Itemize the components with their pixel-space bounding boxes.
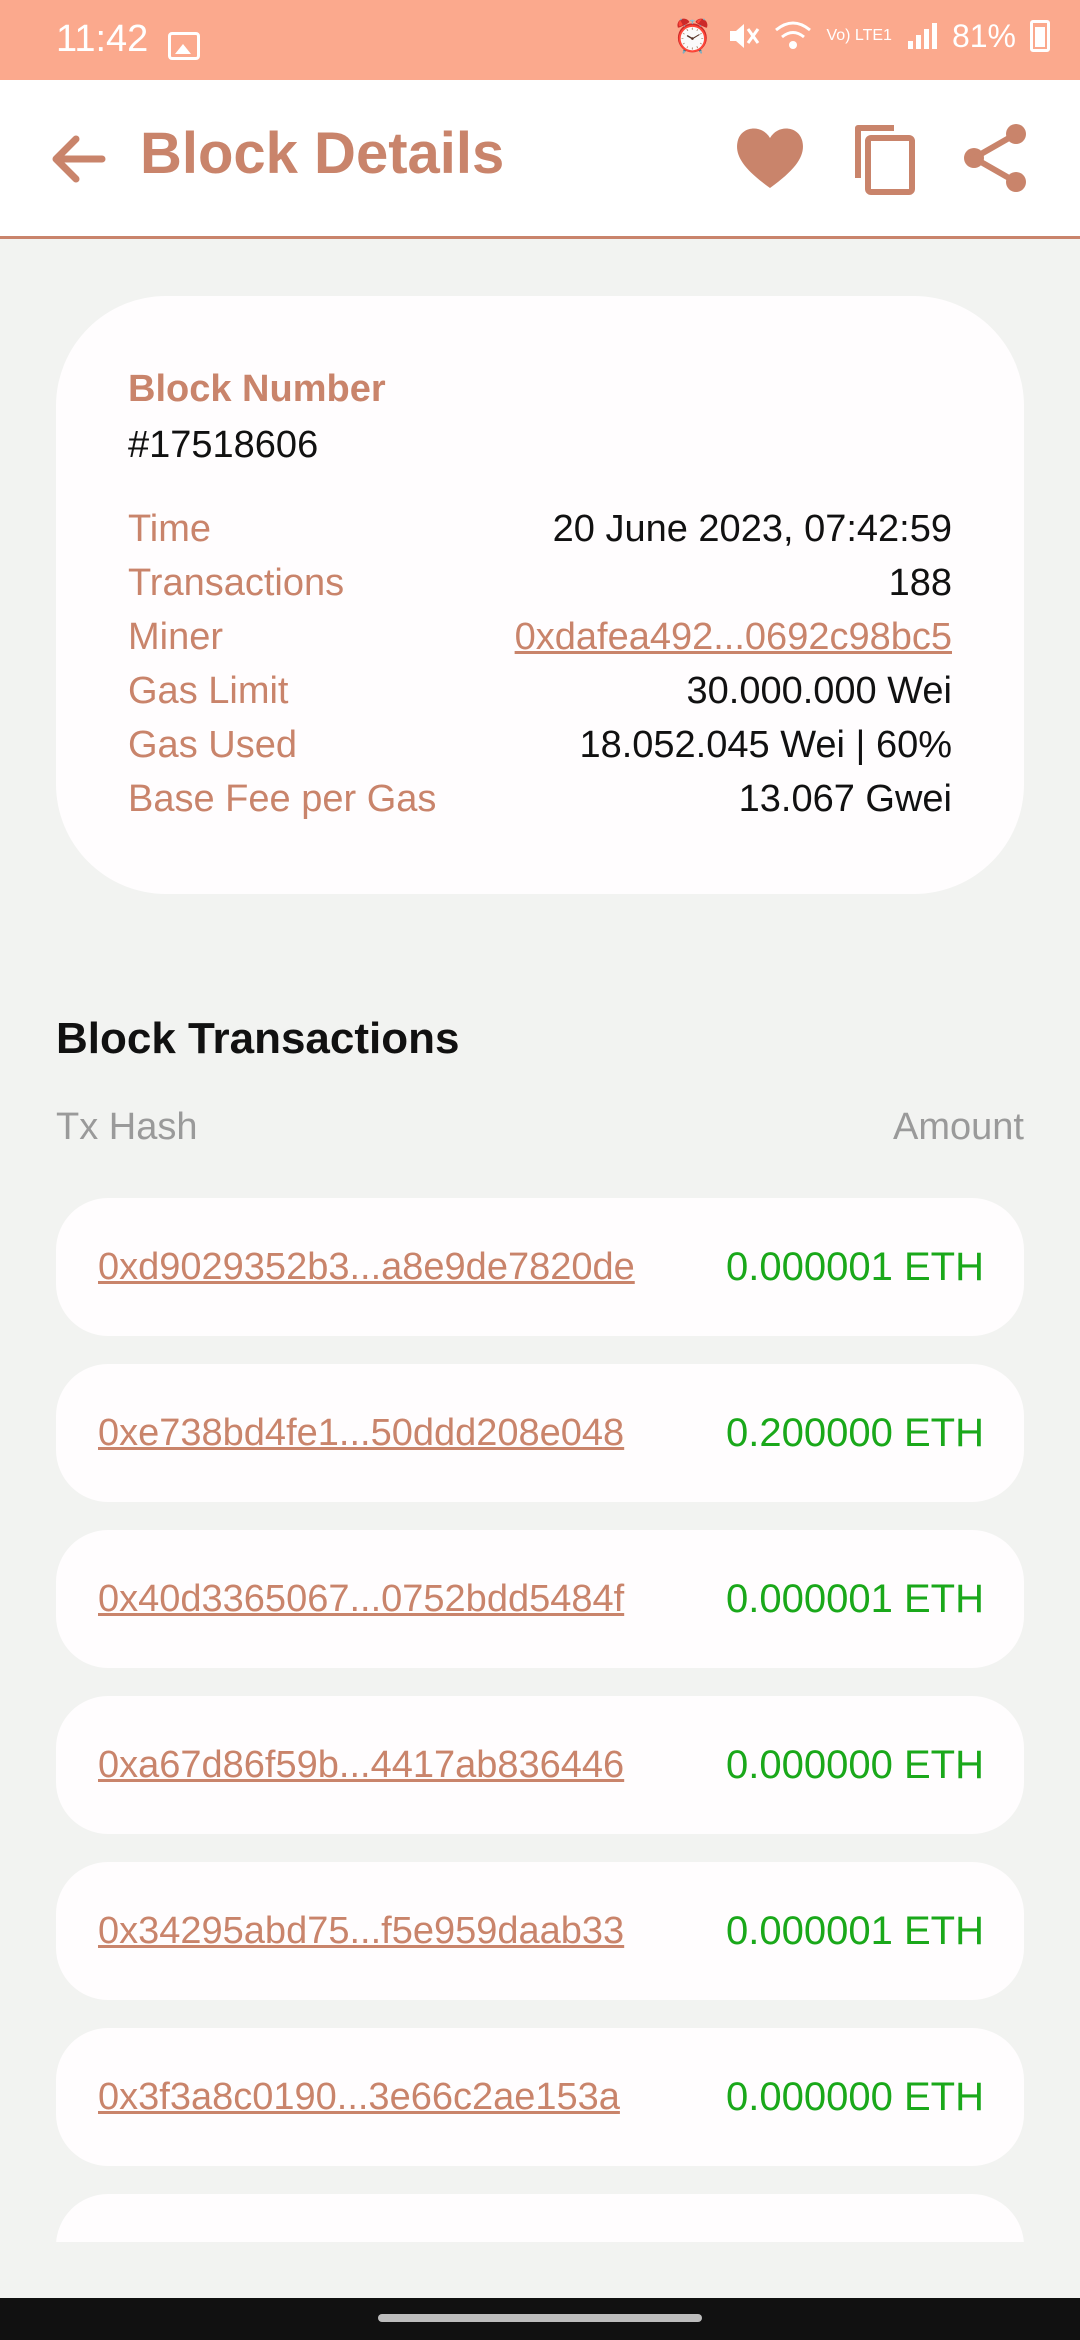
block-number-label: Block Number <box>128 368 386 410</box>
transaction-row[interactable]: 0x3f3a8c0190...3e66c2ae153a 0.000000 ETH <box>56 2028 1024 2166</box>
tx-hash-link[interactable]: 0xa67d86f59b...4417ab836446 <box>98 1744 624 1787</box>
tx-hash-link[interactable]: 0x34295abd75...f5e959daab33 <box>98 1910 624 1953</box>
tx-hash-link[interactable]: 0xe738bd4fe1...50ddd208e048 <box>98 1412 624 1455</box>
column-header-tx-hash: Tx Hash <box>56 1106 198 1148</box>
detail-row-gas-used: Gas Used 18.052.045 Wei | 60% <box>128 718 952 772</box>
mute-icon <box>730 24 760 48</box>
app-bar: Block Details <box>0 80 1080 239</box>
status-bar: 11:42 ⏰ Vo) LTE1 81% <box>0 0 1080 80</box>
tx-amount: 0.000001 ETH <box>726 1244 984 1289</box>
detail-value: 18.052.045 Wei | 60% <box>579 723 952 766</box>
gallery-icon <box>168 32 200 60</box>
transaction-row[interactable]: 0xa67d86f59b...4417ab836446 0.000000 ETH <box>56 1696 1024 1834</box>
page-title: Block Details <box>140 121 505 186</box>
tx-hash-link[interactable]: 0x3f3a8c0190...3e66c2ae153a <box>98 2076 620 2119</box>
tx-amount: 0.000000 ETH <box>726 1742 984 1787</box>
wifi-icon <box>775 21 812 49</box>
section-title: Block Transactions <box>56 1014 460 1063</box>
detail-row-base-fee: Base Fee per Gas 13.067 Gwei <box>128 772 952 826</box>
tx-amount: 0.000000 ETH <box>726 2074 984 2119</box>
transaction-row[interactable]: 0xd9029352b3...a8e9de7820de 0.000001 ETH <box>56 1198 1024 1336</box>
tx-amount: 0.000001 ETH <box>726 1908 984 1953</box>
detail-row-miner: Miner 0xdafea492...0692c98bc5 <box>128 610 952 664</box>
transaction-list[interactable]: 0xd9029352b3...a8e9de7820de 0.000001 ETH… <box>56 1198 1024 2242</box>
transaction-row[interactable]: 0x40d3365067...0752bdd5484f 0.000001 ETH <box>56 1530 1024 1668</box>
tx-hash-link[interactable]: 0x40d3365067...0752bdd5484f <box>98 1578 624 1621</box>
miner-address-link[interactable]: 0xdafea492...0692c98bc5 <box>515 616 952 659</box>
detail-label: Time <box>128 507 212 550</box>
battery-icon <box>1030 20 1050 52</box>
column-header-amount: Amount <box>893 1106 1024 1148</box>
transaction-row[interactable]: 0xe738bd4fe1...50ddd208e048 0.200000 ETH <box>56 1364 1024 1502</box>
share-icon[interactable] <box>958 120 1034 196</box>
status-icons: ⏰ Vo) LTE1 81% <box>673 16 1050 56</box>
detail-value: 13.067 Gwei <box>738 777 952 820</box>
status-time: 11:42 <box>56 18 149 60</box>
detail-value: 188 <box>888 561 952 604</box>
detail-row-gas-limit: Gas Limit 30.000.000 Wei <box>128 664 952 718</box>
detail-row-transactions: Transactions 188 <box>128 556 952 610</box>
battery-percent: 81% <box>951 18 1016 54</box>
detail-label: Miner <box>128 615 224 658</box>
detail-value: 20 June 2023, 07:42:59 <box>552 507 952 550</box>
system-navigation-bar <box>0 2298 1080 2340</box>
alarm-icon: ⏰ <box>672 18 713 54</box>
tx-amount: 0.000001 ETH <box>726 1576 984 1621</box>
network-type: Vo) LTE1 <box>826 27 892 44</box>
block-detail-rows: Time 20 June 2023, 07:42:59 Transactions… <box>128 502 952 826</box>
transaction-row-partial[interactable] <box>56 2194 1024 2242</box>
block-info-card: Block Number #17518606 Time 20 June 2023… <box>56 296 1024 894</box>
detail-label: Transactions <box>128 561 345 604</box>
transaction-row[interactable]: 0x34295abd75...f5e959daab33 0.000001 ETH <box>56 1862 1024 2000</box>
detail-label: Gas Used <box>128 723 297 766</box>
signal-icon <box>907 23 937 49</box>
back-arrow-icon[interactable] <box>44 124 114 194</box>
heart-icon[interactable] <box>732 120 808 196</box>
detail-row-time: Time 20 June 2023, 07:42:59 <box>128 502 952 556</box>
tx-amount: 0.200000 ETH <box>726 1410 984 1455</box>
copy-icon[interactable] <box>844 120 920 196</box>
home-gesture-handle[interactable] <box>378 2314 702 2322</box>
detail-value: 30.000.000 Wei <box>686 669 953 712</box>
detail-label: Base Fee per Gas <box>128 777 437 820</box>
block-number-value: #17518606 <box>128 424 319 466</box>
detail-label: Gas Limit <box>128 669 289 712</box>
tx-hash-link[interactable]: 0xd9029352b3...a8e9de7820de <box>98 1246 635 1289</box>
